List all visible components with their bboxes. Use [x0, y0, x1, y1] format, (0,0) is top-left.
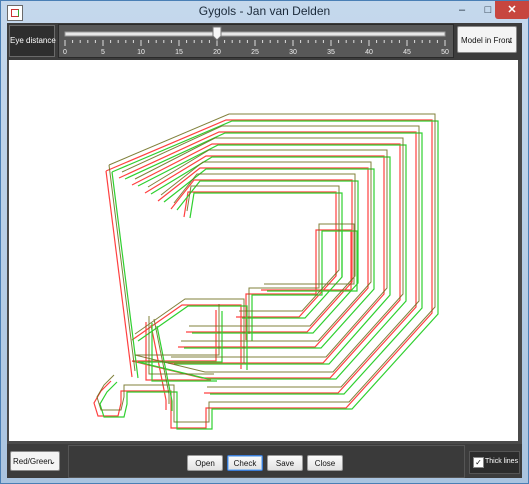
slider-track[interactable] [64, 31, 446, 37]
view-mode-select[interactable]: Model in Front ⌄ [457, 26, 517, 53]
minimize-button[interactable]: – [449, 1, 475, 19]
thick-lines-checkbox[interactable]: ✓ [473, 457, 484, 468]
title-bar[interactable]: Gygols - Jan van Delden – □ ✕ [1, 1, 529, 23]
slider-tick-label: 50 [441, 49, 449, 56]
slider-tick-label: 20 [213, 49, 221, 56]
slider-tick-label: 45 [403, 49, 411, 56]
red-projection [93, 119, 433, 429]
stereo-canvas[interactable] [9, 60, 518, 441]
app-window: Gygols - Jan van Delden – □ ✕ Eye distan… [0, 0, 529, 484]
slider-track-svg[interactable]: 0 5 10 15 20 25 30 35 40 45 50 [59, 25, 453, 57]
slider-tick-label: 0 [63, 49, 67, 56]
slider-tick-label: 30 [289, 49, 297, 56]
color-mode-select[interactable]: Red/Green ⌄ [10, 451, 60, 471]
slider-tick-label: 15 [175, 49, 183, 56]
thick-lines-toggle[interactable]: ✓ Thick lines [469, 451, 520, 474]
slider-thumb[interactable] [212, 26, 222, 41]
chevron-down-icon: ⌄ [506, 36, 513, 45]
close-window-button[interactable]: ✕ [495, 1, 529, 19]
color-mode-selected: Red/Green [13, 457, 53, 466]
slider-tick-label: 10 [137, 49, 145, 56]
bottom-toolbar: Red/Green ⌄ Open Check Save Close ✓ Thic… [7, 444, 522, 478]
save-button[interactable]: Save [267, 455, 303, 471]
slider-tick-label: 35 [327, 49, 335, 56]
view-mode-selected: Model in Front [461, 36, 513, 45]
slider-tick-label: 40 [365, 49, 373, 56]
check-button[interactable]: Check [227, 455, 263, 471]
top-toolbar: Eye distance 0 5 10 15 20 25 30 35 40 45 50 Model … [7, 23, 522, 60]
slider-tick-label: 25 [251, 49, 259, 56]
eye-distance-slider[interactable]: 0 5 10 15 20 25 30 35 40 45 50 [58, 24, 454, 58]
anaglyph-drawing[interactable] [9, 60, 518, 441]
close-button[interactable]: Close [307, 455, 343, 471]
client-area: Eye distance 0 5 10 15 20 25 30 35 40 45 50 Model … [7, 23, 522, 478]
eye-distance-label: Eye distance [9, 25, 56, 57]
chevron-down-icon: ⌄ [49, 457, 56, 466]
button-panel: Open Check Save Close [68, 445, 465, 478]
slider-tick-label: 5 [101, 49, 105, 56]
open-button[interactable]: Open [187, 455, 223, 471]
thick-lines-label: Thick lines [485, 458, 519, 465]
